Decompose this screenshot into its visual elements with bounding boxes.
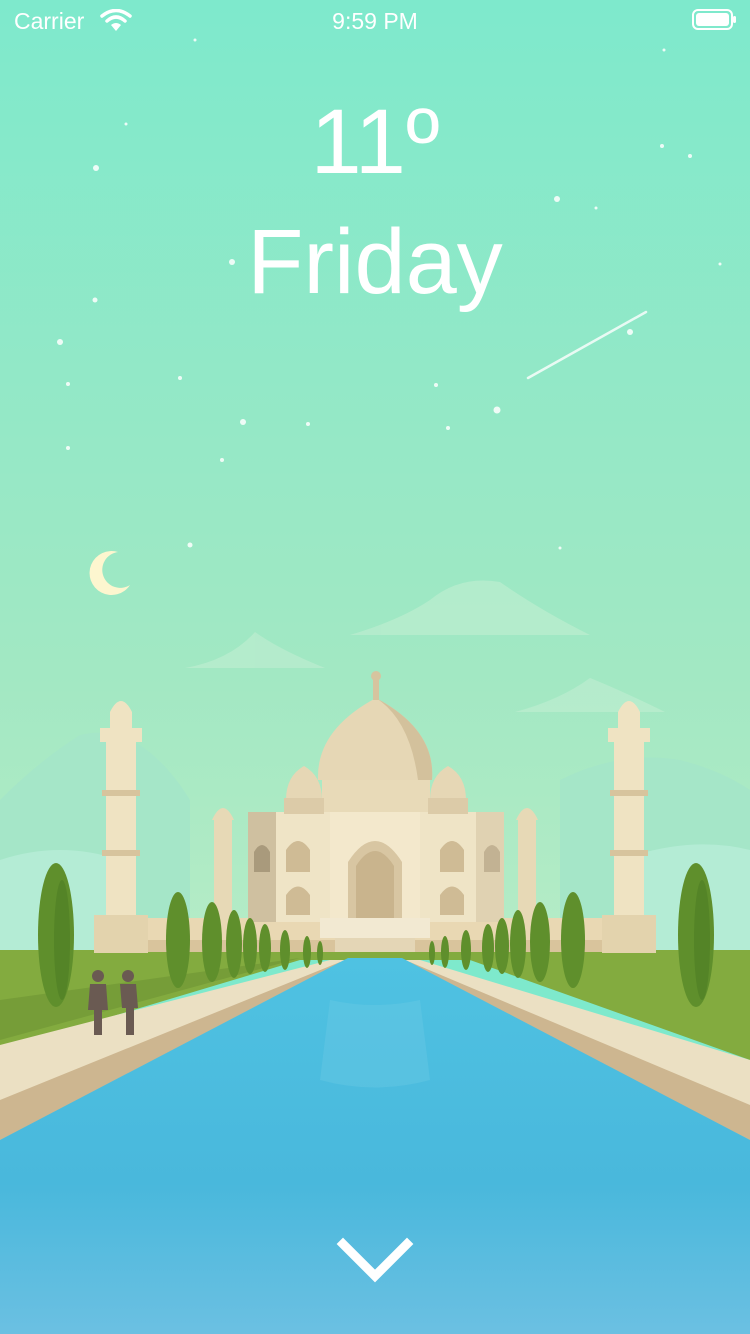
status-time: 9:59 PM	[332, 8, 418, 34]
temperature-label: 11º	[310, 91, 440, 193]
battery-icon	[692, 9, 736, 30]
status-bar: Carrier 9:59 PM	[0, 0, 750, 40]
chevron-down-icon[interactable]	[335, 1230, 415, 1290]
day-label: Friday	[247, 211, 503, 313]
taj-mahal-illustration	[0, 0, 750, 1334]
